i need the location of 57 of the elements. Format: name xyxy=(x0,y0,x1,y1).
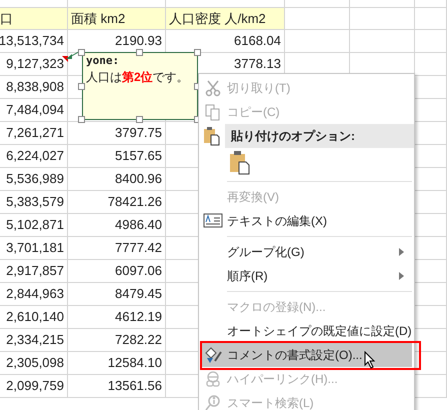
clipboard-icon xyxy=(204,127,220,146)
table-cell: 2,917,857 xyxy=(0,260,68,283)
table-cell xyxy=(285,8,350,30)
table-cell: 2,334,215 xyxy=(0,329,68,352)
table-cell: 8479.45 xyxy=(68,283,166,306)
comment-indicator-icon xyxy=(62,56,68,62)
table-cell: 5157.65 xyxy=(68,145,166,168)
menu-item[interactable]: テキストの編集(X) xyxy=(201,209,412,233)
table-cell xyxy=(415,30,447,53)
table-cell xyxy=(415,8,447,30)
table-cell: 5,383,579 xyxy=(0,191,68,214)
paste-option-button[interactable] xyxy=(229,151,251,175)
selection-handle[interactable] xyxy=(78,49,85,56)
table-cell: 78421.26 xyxy=(68,191,166,214)
globe-link-icon xyxy=(206,371,220,387)
table-cell: 8400.96 xyxy=(68,168,166,191)
table-cell: 13,513,734 xyxy=(0,30,68,53)
selection-handle[interactable] xyxy=(78,83,85,90)
table-cell: 2,305,098 xyxy=(0,352,68,375)
table-cell xyxy=(415,53,447,76)
menu-section-header: 貼り付けのオプション: xyxy=(225,124,414,148)
table-cell xyxy=(350,8,415,30)
table-cell: 7,484,094 xyxy=(0,99,68,122)
table-cell: 5,536,989 xyxy=(0,168,68,191)
table-cell: 5,102,871 xyxy=(0,214,68,237)
table-cell: 7777.42 xyxy=(68,237,166,260)
table-cell: 8,838,908 xyxy=(0,76,68,99)
selection-handle[interactable] xyxy=(136,49,143,56)
column-header: 面積 km2 xyxy=(68,8,166,30)
menu-item[interactable]: オートシェイプの既定値に設定(D) xyxy=(201,319,412,343)
table-cell: 2,099,759 xyxy=(0,375,68,398)
table-cell: 3,701,181 xyxy=(0,237,68,260)
text-box-icon xyxy=(204,214,222,228)
scissors-icon xyxy=(206,80,220,96)
table-cell: 4612.19 xyxy=(68,306,166,329)
mouse-cursor-icon xyxy=(364,351,376,369)
selection-handle[interactable] xyxy=(194,49,201,56)
selection-handle[interactable] xyxy=(136,116,143,123)
table-cell: 13561.56 xyxy=(68,375,166,398)
table-cell: 6097.06 xyxy=(68,260,166,283)
table-cell: 2,844,963 xyxy=(0,283,68,306)
table-cell: 7,261,271 xyxy=(0,122,68,145)
copy-icon xyxy=(206,104,220,120)
paint-bucket-icon xyxy=(205,347,222,363)
table-cell: 7282.22 xyxy=(68,329,166,352)
comment-author: yone: xyxy=(86,54,120,68)
submenu-arrow-icon xyxy=(399,248,404,256)
table-cell: 12584.10 xyxy=(68,352,166,375)
menu-item[interactable]: グループ化(G) xyxy=(201,240,412,264)
column-header: 口 xyxy=(0,8,68,30)
submenu-arrow-icon xyxy=(399,272,404,280)
table-cell: 4986.40 xyxy=(68,214,166,237)
selection-handle[interactable] xyxy=(78,116,85,123)
table-cell: 6,224,027 xyxy=(0,145,68,168)
menu-item[interactable]: 順序(R) xyxy=(201,264,412,288)
column-header: 人口密度 人/km2 xyxy=(166,8,285,30)
table-cell: 2,610,140 xyxy=(0,306,68,329)
